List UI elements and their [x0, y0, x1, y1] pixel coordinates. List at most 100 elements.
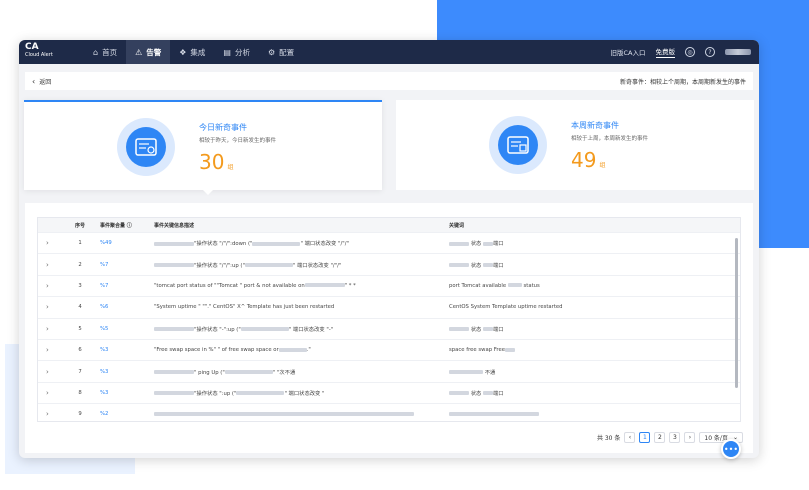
alarm-icon: ⚠: [135, 47, 143, 57]
nav-analysis[interactable]: ▤ 分析: [214, 40, 259, 64]
table-row[interactable]: › 6 %3 "Free swap space in %" " of free …: [38, 338, 740, 360]
row-keywords: 状态 端口: [449, 389, 719, 397]
redacted-text: [449, 241, 469, 246]
row-count-link[interactable]: %3: [100, 347, 154, 353]
nav-config[interactable]: ⚙ 配置: [259, 40, 303, 64]
active-card-pointer: [202, 189, 214, 195]
info-icon[interactable]: ⓘ: [127, 223, 132, 229]
table-row[interactable]: › 4 %6 "System uptime " ""." CentOS" X^ …: [38, 296, 740, 317]
row-description: " ping Up (" " "次不通: [154, 368, 449, 376]
row-description-text-2: " 端口状态改变 "/"/": [300, 241, 349, 248]
row-description-text-2: " 端口状态改变 "/"/": [292, 262, 342, 269]
redacted-text: [449, 370, 483, 375]
redacted-text: [482, 391, 493, 396]
next-page-button[interactable]: ›: [684, 432, 696, 443]
row-description: "操作状态 "-":up (" " 端口状态改变 "-": [154, 325, 449, 333]
row-description-text: "操作状态 "/"/":down (": [194, 241, 253, 248]
table-scrollbar[interactable]: [735, 238, 738, 388]
row-keyword-text-2: 端口: [492, 326, 504, 333]
week-unit: 组: [599, 162, 606, 169]
header-description: 事件关键信息描述: [154, 222, 195, 229]
nav-home[interactable]: ⌂ 首页: [84, 40, 126, 64]
week-icon-ring: [489, 116, 547, 174]
row-count-link[interactable]: %3: [100, 390, 154, 396]
page-3-button[interactable]: 3: [669, 432, 681, 443]
table-row[interactable]: › 8 %3 "操作状态 ":up (" " 端口状态改变 " 状态 端口: [38, 381, 740, 403]
row-description-text: "操作状态 ":up (": [194, 390, 237, 397]
expand-row-icon[interactable]: ›: [38, 410, 60, 418]
layers-icon: ❖: [179, 47, 187, 57]
today-unit: 组: [227, 164, 234, 171]
row-count-link[interactable]: %7: [100, 262, 154, 268]
back-button[interactable]: ‹ 返回: [32, 77, 51, 86]
redacted-text: [482, 241, 493, 246]
nav-analysis-label: 分析: [234, 47, 250, 57]
expand-row-icon[interactable]: ›: [38, 368, 60, 376]
row-index: 9: [78, 411, 82, 418]
page-1-button[interactable]: 1: [639, 432, 651, 443]
redacted-text: [449, 411, 539, 416]
row-keyword-text: 状态: [470, 390, 482, 397]
row-description: "操作状态 "/"/":up (" " 端口状态改变 "/"/": [154, 261, 449, 269]
expand-row-icon[interactable]: ›: [38, 282, 60, 290]
redacted-text: [224, 370, 273, 375]
redacted-text: [278, 347, 307, 352]
nav-integration[interactable]: ❖ 集成: [170, 40, 214, 64]
chart-icon: ▤: [223, 47, 231, 57]
row-description-text: "操作状态 "-":up (": [194, 326, 241, 333]
week-card-desc: 相较于上周，本周新发生的事件: [571, 136, 649, 142]
table-row[interactable]: › 9 %2: [38, 403, 740, 421]
old-version-link[interactable]: 旧版CA入口: [611, 47, 646, 57]
redacted-text: [504, 347, 515, 352]
row-count-link[interactable]: %6: [100, 304, 154, 310]
today-novel-card[interactable]: 今日新奇事件 相较于昨天，今日新发生的事件 30 组: [24, 100, 382, 190]
row-count-link[interactable]: %5: [100, 326, 154, 332]
table-row[interactable]: › 7 %3 " ping Up (" " "次不通 不通: [38, 360, 740, 381]
chat-support-icon[interactable]: •••: [721, 439, 741, 459]
redacted-text: [304, 283, 345, 288]
row-count-link[interactable]: %49: [100, 240, 154, 246]
row-index: 7: [78, 368, 82, 375]
row-keywords: CentOS System Template uptime restarted: [449, 304, 719, 310]
table-row[interactable]: › 2 %7 "操作状态 "/"/":up (" " 端口状态改变 "/"/" 状…: [38, 253, 740, 274]
sub-header: ‹ 返回 新奇事件：相较上个周期，本周期新发生的事件: [25, 72, 753, 90]
row-keyword-text-2: 端口: [492, 241, 504, 248]
row-keyword-text-2: status: [523, 282, 540, 289]
week-card-text: 本周新奇事件 相较于上周，本周新发生的事件 49 组: [571, 120, 648, 172]
row-description-text: " ping Up (": [194, 369, 225, 376]
gear-icon: ⚙: [267, 47, 276, 57]
page-2-button[interactable]: 2: [654, 432, 666, 443]
user-account-redacted[interactable]: [725, 49, 751, 55]
free-plan-badge[interactable]: 免费版: [655, 46, 675, 58]
redacted-text: [154, 411, 414, 416]
home-icon: ⌂: [93, 47, 99, 57]
row-description: "Free swap space in %" " of free swap sp…: [154, 347, 449, 353]
week-novel-card[interactable]: 本周新奇事件 相较于上周，本周新发生的事件 49 组: [396, 100, 754, 190]
row-index: 8: [78, 389, 82, 396]
redacted-text: [482, 327, 493, 332]
notification-icon[interactable]: ◎: [685, 47, 695, 57]
table-row[interactable]: › 1 %49 "操作状态 "/"/":down (" " 端口状态改变 "/"/…: [38, 232, 740, 253]
prev-page-button[interactable]: ‹: [624, 432, 636, 443]
row-description: "操作状态 "/"/":down (" " 端口状态改变 "/"/": [154, 239, 449, 247]
expand-row-icon[interactable]: ›: [38, 261, 60, 269]
nav-alarm[interactable]: ⚠ 告警: [126, 40, 171, 64]
redacted-text: [252, 241, 301, 246]
row-count-link[interactable]: %3: [100, 369, 154, 375]
today-card-value: 30 组: [199, 150, 276, 174]
row-count-link[interactable]: %7: [100, 283, 154, 289]
expand-row-icon[interactable]: ›: [38, 303, 60, 311]
expand-row-icon[interactable]: ›: [38, 346, 60, 354]
row-index: 5: [78, 325, 82, 332]
expand-row-icon[interactable]: ›: [38, 239, 60, 247]
expand-row-icon[interactable]: ›: [38, 389, 60, 397]
table-row[interactable]: › 5 %5 "操作状态 "-":up (" " 端口状态改变 "-" 状态 端口: [38, 317, 740, 339]
expand-row-icon[interactable]: ›: [38, 325, 60, 333]
redacted-text: [449, 263, 469, 268]
logo[interactable]: CA Cloud Alert: [25, 43, 53, 58]
redacted-text: [154, 241, 194, 246]
table-row[interactable]: › 3 %7 "tomcat port status of ""Tomcat "…: [38, 274, 740, 296]
row-keywords: 不通: [449, 368, 719, 376]
row-count-link[interactable]: %2: [100, 411, 154, 417]
help-icon[interactable]: ?: [705, 47, 715, 57]
